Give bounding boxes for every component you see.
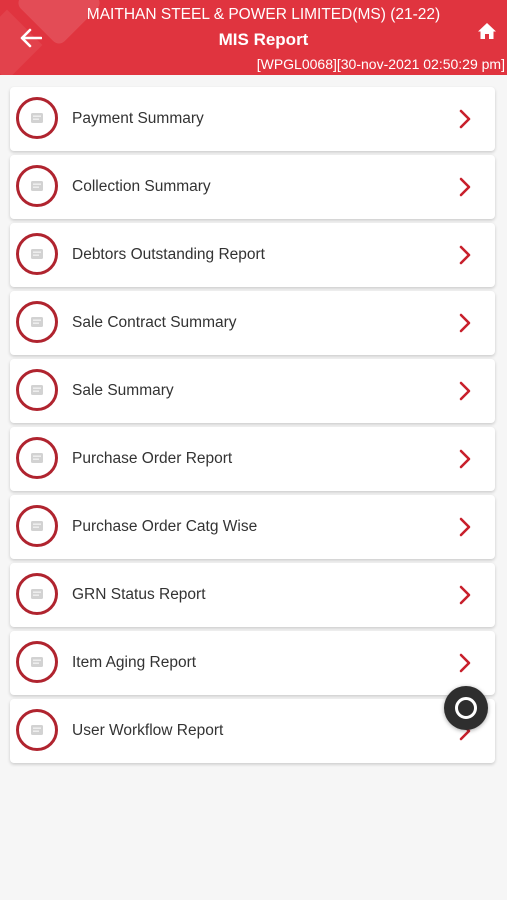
chevron-right-icon	[455, 177, 475, 197]
report-item-label: Purchase Order Report	[72, 450, 233, 467]
report-icon	[16, 437, 58, 479]
report-icon	[16, 709, 58, 751]
chevron-right-icon	[455, 381, 475, 401]
report-icon	[16, 505, 58, 547]
report-item[interactable]: GRN Status Report	[10, 563, 495, 627]
report-list: Payment Summary Collection Summary Debtors…	[10, 87, 495, 767]
report-item-label: GRN Status Report	[72, 586, 206, 603]
report-item[interactable]: Sale Contract Summary	[10, 291, 495, 355]
report-icon	[16, 641, 58, 683]
report-icon	[16, 573, 58, 615]
arrow-left-icon	[20, 28, 42, 48]
chevron-right-icon	[455, 109, 475, 129]
report-icon	[16, 233, 58, 275]
report-item-label: Payment Summary	[72, 110, 204, 127]
report-item-label: Sale Contract Summary	[72, 314, 237, 331]
chevron-right-icon	[455, 585, 475, 605]
report-item-label: User Workflow Report	[72, 722, 224, 739]
report-item[interactable]: Payment Summary	[10, 87, 495, 151]
report-item[interactable]: Sale Summary	[10, 359, 495, 423]
report-item[interactable]: Item Aging Report	[10, 631, 495, 695]
chevron-right-icon	[455, 517, 475, 537]
report-item[interactable]: Purchase Order Report	[10, 427, 495, 491]
home-icon	[478, 23, 496, 39]
report-item-label: Collection Summary	[72, 178, 211, 195]
report-icon	[16, 369, 58, 411]
report-item-label: Purchase Order Catg Wise	[72, 518, 258, 535]
assistive-touch-button[interactable]	[444, 686, 488, 730]
report-item-label: Item Aging Report	[72, 654, 197, 671]
report-item[interactable]: Collection Summary	[10, 155, 495, 219]
back-button[interactable]	[14, 21, 48, 55]
report-item-label: Debtors Outstanding Report	[72, 246, 265, 263]
chevron-right-icon	[455, 653, 475, 673]
report-icon	[16, 165, 58, 207]
report-item-label: Sale Summary	[72, 382, 174, 399]
report-item[interactable]: Debtors Outstanding Report	[10, 223, 495, 287]
report-icon	[16, 301, 58, 343]
chevron-right-icon	[455, 245, 475, 265]
page-title: MIS Report	[218, 30, 309, 49]
home-button[interactable]	[475, 19, 499, 43]
report-item[interactable]: Purchase Order Catg Wise	[10, 495, 495, 559]
company-name: MAITHAN STEEL & POWER LIMITED(MS) (21-22…	[86, 6, 441, 23]
report-item[interactable]: User Workflow Report	[10, 699, 495, 763]
chevron-right-icon	[455, 313, 475, 333]
assistive-touch-icon	[455, 697, 477, 719]
session-info: [WPGL0068][30-nov-2021 02:50:29 pm]	[256, 56, 505, 72]
chevron-right-icon	[455, 449, 475, 469]
report-icon	[16, 97, 58, 139]
app-header: MAITHAN STEEL & POWER LIMITED(MS) (21-22…	[0, 0, 507, 75]
